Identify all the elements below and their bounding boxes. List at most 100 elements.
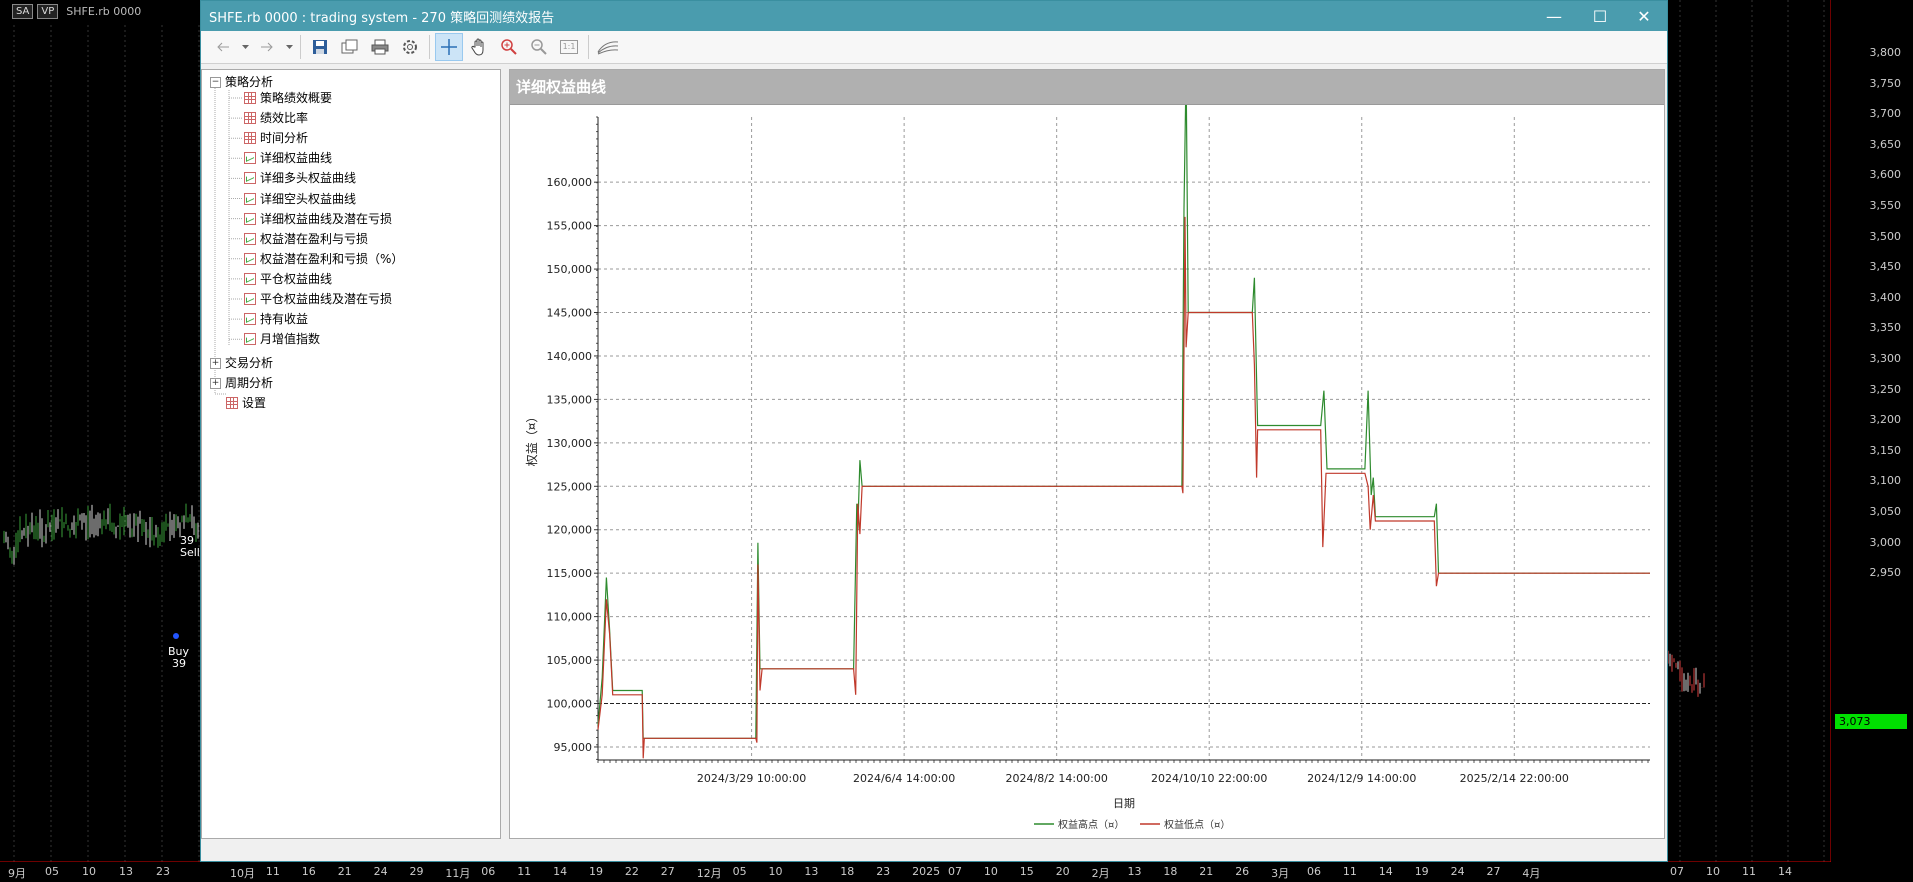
- chart-report-icon: [244, 333, 256, 346]
- buy-marker-icon[interactable]: [173, 633, 179, 639]
- date-tick-label: 23: [156, 865, 170, 878]
- date-tick-label: 27: [1486, 865, 1501, 878]
- vp-button[interactable]: VP: [37, 3, 59, 19]
- forward-icon[interactable]: [253, 33, 281, 61]
- tree-item[interactable]: 详细权益曲线: [244, 148, 332, 168]
- sa-button[interactable]: SA: [12, 3, 34, 19]
- price-tick-label: 3,250: [1869, 382, 1902, 396]
- tree-item-label: 月增值指数: [260, 332, 321, 347]
- tree-item-label: 绩效比率: [260, 111, 309, 126]
- print-icon[interactable]: [366, 33, 394, 61]
- tree-item[interactable]: 策略绩效概要: [244, 88, 332, 108]
- tree-item-label: 时间分析: [260, 131, 309, 146]
- table-report-icon: [244, 92, 256, 104]
- price-tick-label: 3,050: [1869, 505, 1902, 518]
- y-tick-label: 140,000: [547, 350, 593, 363]
- tree-item-label: 权益潜在盈利和亏损（%）: [260, 251, 404, 266]
- tree-item[interactable]: 详细权益曲线及潜在亏损: [244, 209, 392, 229]
- date-tick-label: 4月: [1522, 867, 1541, 880]
- tree-item[interactable]: 绩效比率: [244, 108, 308, 128]
- tree-item-settings[interactable]: 设置: [226, 393, 266, 413]
- chart-legend: 权益高点（¤） 权益低点（¤）: [1034, 818, 1230, 831]
- maximize-button[interactable]: ☐: [1577, 1, 1623, 31]
- table-report-icon: [244, 112, 256, 125]
- tree-group[interactable]: + 交易分析: [210, 353, 273, 373]
- date-axis: 9月 05 10 13 23 10月 11 16 21 24 29 11月 06 11 14 19 22 27 12…: [0, 862, 1831, 882]
- tree-item[interactable]: 详细空头权益曲线: [244, 189, 356, 209]
- date-tick-label: 19: [589, 865, 603, 878]
- price-tick-label: 3,350: [1869, 321, 1902, 335]
- toolbar: 1:1: [201, 31, 1667, 64]
- current-price-badge: 3,073: [1835, 714, 1907, 729]
- back-dropdown-icon[interactable]: [239, 33, 251, 61]
- plot-area: [598, 117, 1650, 760]
- price-tick-label: 3,650: [1869, 137, 1902, 151]
- date-tick-label: 11: [1342, 865, 1357, 878]
- settings-grid-icon: [226, 397, 238, 409]
- tree-item[interactable]: 时间分析: [244, 128, 308, 148]
- sell-label: Sell: [180, 546, 200, 559]
- tree-item[interactable]: 权益潜在盈利和亏损（%）: [244, 249, 403, 269]
- zoom-reset-icon[interactable]: 1:1: [555, 33, 583, 61]
- date-tick-label: 05: [732, 865, 747, 878]
- y-tick-label: 145,000: [547, 307, 593, 320]
- copy-icon[interactable]: [336, 33, 364, 61]
- date-tick-label: 29: [409, 865, 424, 878]
- tree-item[interactable]: 平仓权益曲线: [244, 269, 332, 289]
- collapse-icon[interactable]: −: [210, 76, 221, 88]
- tree-item-label: 详细多头权益曲线: [260, 171, 357, 186]
- zoom-out-icon[interactable]: [525, 33, 553, 61]
- forward-dropdown-icon[interactable]: [283, 33, 295, 61]
- close-button[interactable]: ✕: [1621, 1, 1667, 31]
- chart-report-icon: [244, 313, 256, 326]
- chart-style-icon[interactable]: [594, 33, 622, 61]
- chart-report-icon: [244, 212, 256, 225]
- tree-item[interactable]: 权益潜在盈利与亏损: [244, 229, 368, 249]
- x-tick-label: 2024/10/10 22:00:00: [1151, 772, 1267, 785]
- x-axis-label: 日期: [1113, 797, 1135, 810]
- crosshair-icon[interactable]: [435, 33, 463, 61]
- equity-curve-chart[interactable]: 95,000 100,000 105,000 110,000 115,000 120,00…: [510, 105, 1664, 839]
- window-titlebar[interactable]: SHFE.rb 0000 : trading system - 270 策略回测…: [201, 1, 1667, 31]
- tree-group-label: 交易分析: [225, 356, 274, 370]
- background-candles-left: [5, 504, 199, 565]
- date-tick-label: 21: [1199, 865, 1214, 878]
- expand-icon[interactable]: +: [210, 357, 221, 369]
- tree-item[interactable]: 详细多头权益曲线: [244, 168, 356, 188]
- tree-item[interactable]: 持有收益: [244, 309, 308, 329]
- price-tick-label: 3,150: [1869, 443, 1902, 457]
- background-symbol: SHFE.rb 0000: [66, 4, 142, 18]
- y-tick-label: 95,000: [554, 741, 593, 754]
- date-tick-label: 18: [840, 865, 855, 878]
- tree-item-label: 平仓权益曲线: [260, 271, 333, 286]
- tree-item-label: 持有收益: [260, 312, 309, 327]
- zoom-reset-label: 1:1: [559, 40, 579, 54]
- tree-item[interactable]: 平仓权益曲线及潜在亏损: [244, 289, 392, 309]
- date-tick-label: 06: [481, 865, 496, 878]
- date-tick-label: 22: [624, 865, 639, 878]
- tree-group[interactable]: + 周期分析: [210, 373, 273, 393]
- date-tick-label: 24: [1450, 865, 1465, 878]
- expand-icon[interactable]: +: [210, 377, 221, 389]
- zoom-in-icon[interactable]: [495, 33, 523, 61]
- toolbar-separator: [588, 35, 589, 59]
- y-axis-label: 权益（¤）: [525, 411, 539, 467]
- report-window: SHFE.rb 0000 : trading system - 270 策略回测…: [200, 0, 1668, 862]
- hand-icon[interactable]: [465, 33, 493, 61]
- price-tick-label: 3,100: [1869, 474, 1902, 488]
- legend-label: 权益高点（¤）: [1058, 818, 1124, 831]
- chart-report-icon: [244, 272, 256, 285]
- save-icon[interactable]: [306, 33, 334, 61]
- tree-item[interactable]: 月增值指数: [244, 329, 320, 349]
- date-tick-label: 13: [804, 865, 819, 878]
- settings-icon[interactable]: [396, 33, 424, 61]
- y-tick-label: 125,000: [547, 480, 593, 493]
- chart-report-icon: [244, 252, 256, 265]
- y-tick-label: 120,000: [547, 524, 593, 537]
- y-tick-label: 100,000: [547, 698, 593, 711]
- back-icon[interactable]: [209, 33, 237, 61]
- tree-item-label: 策略绩效概要: [260, 91, 333, 105]
- window-title: SHFE.rb 0000 : trading system - 270 策略回测…: [209, 10, 555, 26]
- y-tick-label: 105,000: [547, 654, 593, 667]
- minimize-button[interactable]: —: [1531, 1, 1577, 31]
